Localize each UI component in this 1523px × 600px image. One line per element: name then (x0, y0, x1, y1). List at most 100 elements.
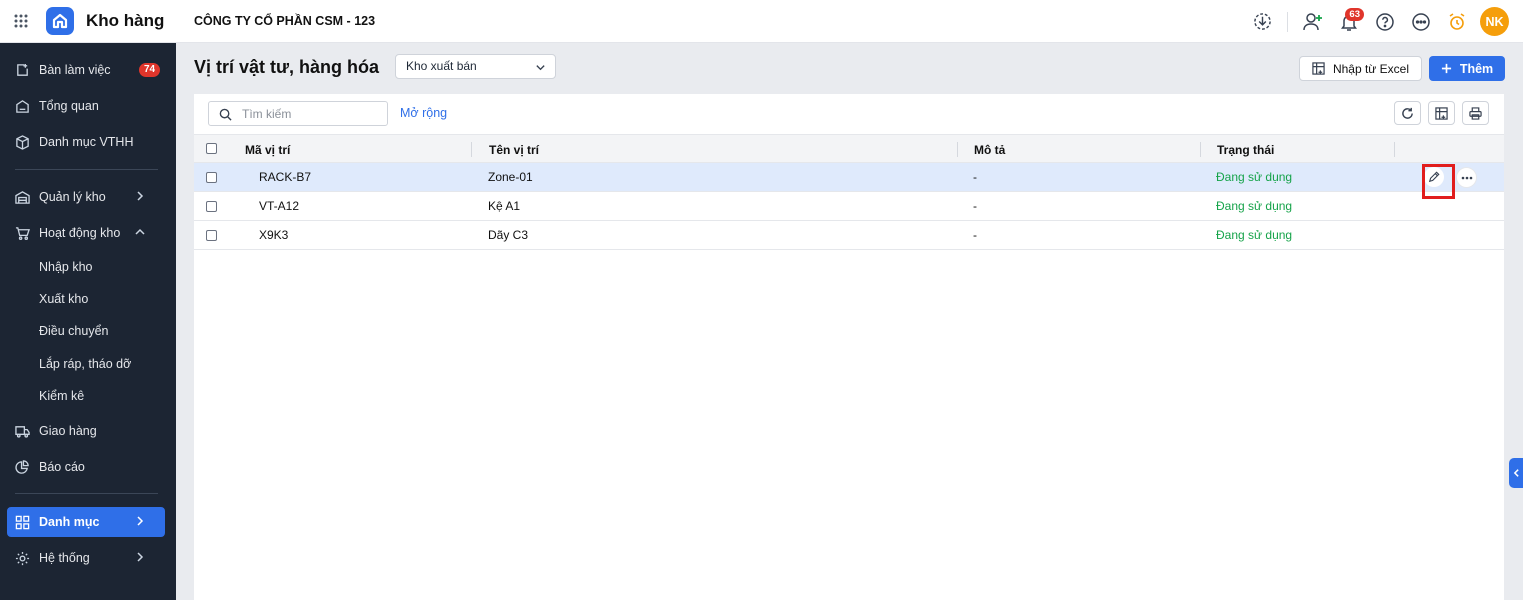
cell-name: Zone-01 (488, 170, 533, 184)
column-divider (471, 142, 472, 157)
plus-icon (1441, 63, 1451, 74)
table-row[interactable]: RACK-B7 Zone-01 - Đang sử dụng (194, 163, 1504, 192)
help-icon[interactable] (1370, 7, 1400, 37)
sidebar-item-label: Danh mục VTHH (39, 135, 134, 149)
top-bar: Kho hàng CÔNG TY CỔ PHẦN CSM - 123 63 NK (0, 0, 1523, 43)
sidebar-item-catalog-vthh[interactable]: Danh mục VTHH (7, 127, 165, 157)
table-settings-icon (1435, 106, 1448, 120)
warehouse-select-value: Kho xuất bán (406, 59, 477, 73)
sidebar-subitem-transfer[interactable]: Điều chuyển (39, 321, 109, 341)
sidebar: Bàn làm việc 74 Tổng quan Danh mục VTHH … (0, 43, 176, 600)
chat-more-icon[interactable] (1406, 7, 1436, 37)
cell-desc: - (973, 199, 977, 213)
notification-badge: 63 (1345, 7, 1364, 21)
cell-desc: - (973, 170, 977, 184)
sidebar-subitem-export[interactable]: Xuất kho (39, 289, 88, 309)
sidebar-subitem-assembly[interactable]: Lắp ráp, tháo dỡ (39, 354, 131, 374)
sidebar-item-catalog[interactable]: Danh mục (7, 507, 165, 537)
cell-desc: - (973, 228, 977, 242)
app-title: Kho hàng (86, 11, 165, 30)
sidebar-item-overview[interactable]: Tổng quan (7, 91, 165, 121)
expand-link[interactable]: Mở rộng (400, 106, 447, 120)
download-icon[interactable] (1247, 7, 1277, 37)
content-card: Mở rộng Mã vị trí Tên vị trí Mô tả Trạng… (194, 94, 1504, 600)
sidebar-item-label: Giao hàng (39, 424, 97, 438)
sidebar-item-label: Hệ thống (39, 551, 90, 565)
sidebar-item-warehouse-ops[interactable]: Hoạt động kho (7, 218, 165, 248)
sidebar-item-workspace[interactable]: Bàn làm việc 74 (7, 55, 165, 85)
top-right-actions: 63 NK (1241, 0, 1509, 43)
chevron-right-icon (137, 191, 144, 201)
print-button[interactable] (1462, 101, 1489, 125)
excel-table-icon (1312, 62, 1325, 75)
app-logo-icon[interactable] (46, 7, 74, 35)
column-header-name[interactable]: Tên vị trí (489, 143, 539, 157)
cell-name: Kệ A1 (488, 199, 521, 213)
column-settings-button[interactable] (1428, 101, 1455, 125)
side-panel-toggle[interactable] (1509, 458, 1523, 488)
cell-status: Đang sử dụng (1216, 199, 1293, 213)
user-avatar[interactable]: NK (1480, 7, 1509, 36)
sidebar-divider (15, 493, 158, 494)
sidebar-item-system[interactable]: Hệ thống (7, 543, 165, 573)
sidebar-item-label: Bàn làm việc (39, 63, 111, 77)
add-user-icon[interactable] (1298, 7, 1328, 37)
table-row[interactable]: X9K3 Dãy C3 - Đang sử dụng (194, 221, 1504, 250)
column-divider (1394, 142, 1395, 157)
chevron-down-icon (536, 65, 545, 71)
sidebar-subitem-inventory-check[interactable]: Kiểm kê (39, 386, 84, 406)
warehouse-select[interactable]: Kho xuất bán (395, 54, 556, 79)
table-header: Mã vị trí Tên vị trí Mô tả Trạng thái (194, 134, 1504, 163)
column-header-status[interactable]: Trạng thái (1217, 143, 1274, 157)
apps-grid-icon[interactable] (0, 0, 42, 43)
company-name[interactable]: CÔNG TY CỔ PHẦN CSM - 123 (194, 14, 375, 28)
divider (1287, 11, 1288, 32)
chevron-right-icon (137, 516, 144, 526)
column-header-code[interactable]: Mã vị trí (245, 143, 290, 157)
sidebar-item-label: Hoạt động kho (39, 226, 121, 240)
table-row[interactable]: VT-A12 Kệ A1 - Đang sử dụng (194, 192, 1504, 221)
import-excel-label: Nhập từ Excel (1332, 61, 1410, 76)
search-box (208, 101, 388, 126)
highlight-box (1422, 164, 1455, 199)
row-checkbox[interactable] (206, 230, 217, 241)
import-excel-button[interactable]: Nhập từ Excel (1299, 56, 1422, 81)
cell-code: VT-A12 (259, 199, 300, 213)
sidebar-item-warehouse-mgmt[interactable]: Quản lý kho (7, 182, 165, 212)
chevron-left-icon (1513, 469, 1519, 477)
sidebar-item-label: Báo cáo (39, 460, 85, 474)
sidebar-item-reports[interactable]: Báo cáo (7, 452, 165, 482)
add-button[interactable]: Thêm (1429, 56, 1505, 81)
row-checkbox[interactable] (206, 172, 217, 183)
sidebar-item-delivery[interactable]: Giao hàng (7, 416, 165, 446)
search-input[interactable] (242, 105, 382, 122)
cell-code: X9K3 (259, 228, 289, 242)
cell-status: Đang sử dụng (1216, 170, 1293, 184)
refresh-icon (1402, 107, 1413, 119)
refresh-button[interactable] (1394, 101, 1421, 125)
cell-name: Dãy C3 (488, 228, 529, 242)
column-header-desc[interactable]: Mô tả (974, 143, 1005, 157)
sidebar-item-label: Danh mục (39, 515, 100, 529)
sidebar-subitem-import[interactable]: Nhập kho (39, 257, 93, 277)
sidebar-item-label: Tổng quan (39, 99, 99, 113)
notification-bell-icon[interactable]: 63 (1334, 7, 1364, 37)
more-actions-button[interactable] (1456, 167, 1477, 188)
column-divider (1200, 142, 1201, 157)
search-icon (219, 108, 232, 121)
cell-status: Đang sử dụng (1216, 228, 1293, 242)
chevron-right-icon (137, 552, 144, 562)
sidebar-item-label: Quản lý kho (39, 190, 106, 204)
column-divider (957, 142, 958, 157)
sidebar-divider (15, 169, 158, 170)
add-button-label: Thêm (1459, 61, 1494, 76)
cell-code: RACK-B7 (259, 170, 312, 184)
chevron-up-icon (135, 228, 145, 235)
row-checkbox[interactable] (206, 201, 217, 212)
page-title: Vị trí vật tư, hàng hóa (194, 57, 380, 77)
more-horizontal-icon (1461, 176, 1472, 179)
alarm-icon[interactable] (1442, 7, 1472, 37)
print-icon (1469, 106, 1482, 120)
workspace-badge: 74 (139, 63, 161, 77)
select-all-checkbox[interactable] (206, 143, 217, 154)
